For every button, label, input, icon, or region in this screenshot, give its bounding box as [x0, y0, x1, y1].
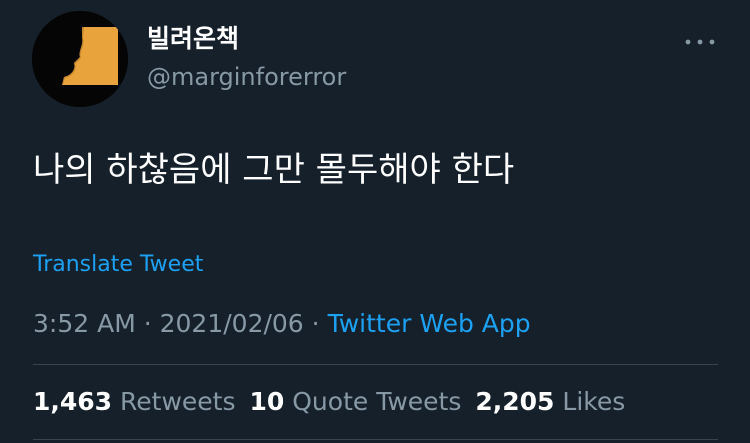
more-options-icon[interactable]: [684, 30, 716, 54]
quote-tweets-label: Quote Tweets: [292, 387, 462, 416]
divider: [33, 364, 718, 365]
retweets-label: Retweets: [120, 387, 236, 416]
tweet-stats: 1,463 Retweets 10 Quote Tweets 2,205 Likes: [33, 385, 625, 419]
display-name[interactable]: 빌려온책: [147, 24, 239, 54]
tweet-time[interactable]: 3:52 AM: [33, 309, 136, 338]
likes-label: Likes: [562, 387, 626, 416]
tweet-metadata: 3:52 AM · 2021/02/06 · Twitter Web App: [33, 307, 531, 341]
tweet-text: 나의 하찮음에 그만 몰두해야 한다: [33, 150, 515, 190]
user-handle[interactable]: @marginforerror: [147, 62, 346, 92]
tweet-detail: 빌려온책 @marginforerror 나의 하찮음에 그만 몰두해야 한다 …: [0, 0, 750, 443]
tweet-source-link[interactable]: Twitter Web App: [328, 309, 531, 338]
divider: [33, 439, 718, 440]
quote-tweets-stat[interactable]: 10 Quote Tweets: [250, 387, 462, 416]
translate-tweet-link[interactable]: Translate Tweet: [33, 250, 203, 280]
tweet-date[interactable]: 2021/02/06: [160, 309, 304, 338]
quote-tweets-count: 10: [249, 387, 285, 416]
meta-separator: ·: [311, 309, 320, 338]
retweets-count: 1,463: [33, 387, 113, 416]
likes-count: 2,205: [475, 387, 555, 416]
likes-stat[interactable]: 2,205 Likes: [475, 387, 625, 416]
meta-separator: ·: [143, 309, 152, 338]
avatar[interactable]: [32, 11, 128, 107]
profile-silhouette-icon: [32, 11, 128, 107]
retweets-stat[interactable]: 1,463 Retweets: [33, 387, 236, 416]
